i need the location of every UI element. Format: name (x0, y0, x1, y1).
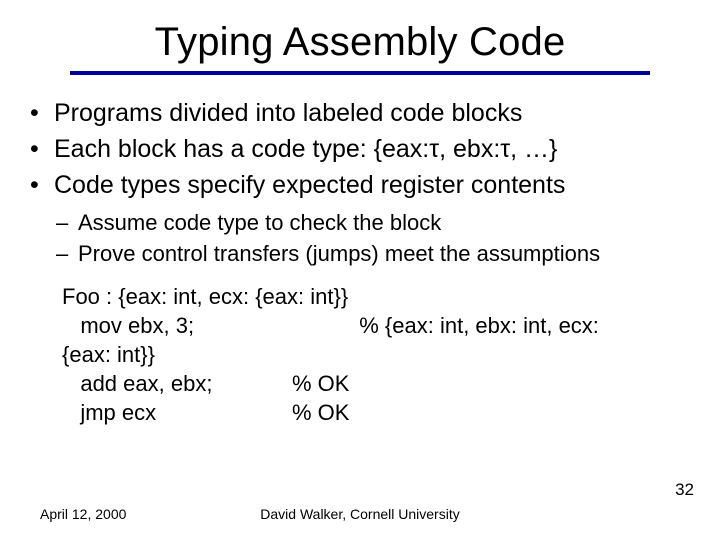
slide: Typing Assembly Code Programs divided in… (0, 0, 720, 540)
page-number: 32 (675, 480, 694, 500)
main-bullets: Programs divided into labeled code block… (28, 97, 720, 202)
code-instr-1: mov ebx, 3; (62, 311, 292, 340)
code-block: Foo : {eax: int, ecx: {eax: int}} mov eb… (62, 282, 720, 427)
code-line-4: jmp ecx % OK (62, 398, 720, 427)
code-line-2-wrap: {eax: int}} (62, 340, 720, 369)
title-underline (70, 71, 650, 75)
bullet-3: Code types specify expected register con… (28, 169, 720, 203)
slide-title: Typing Assembly Code (0, 0, 720, 71)
code-instr-3: add eax, ebx; (62, 369, 292, 398)
bullet-2: Each block has a code type: {eax:τ, ebx:… (28, 133, 720, 167)
code-instr-4: jmp ecx (62, 398, 292, 427)
footer-author: David Walker, Cornell University (0, 506, 720, 522)
bullet-1: Programs divided into labeled code block… (28, 97, 720, 131)
code-line-3: add eax, ebx; % OK (62, 369, 720, 398)
code-comment-4: % OK (292, 398, 349, 427)
code-line-1: mov ebx, 3; % {eax: int, ebx: int, ecx: (62, 311, 720, 340)
code-comment-1: % {eax: int, ebx: int, ecx: (292, 311, 599, 340)
code-signature: Foo : {eax: int, ecx: {eax: int}} (62, 282, 720, 311)
sub-bullets: Assume code type to check the block Prov… (56, 208, 720, 268)
sub-bullet-1: Assume code type to check the block (56, 208, 720, 237)
code-comment-3: % OK (292, 369, 349, 398)
sub-bullet-2: Prove control transfers (jumps) meet the… (56, 239, 720, 268)
